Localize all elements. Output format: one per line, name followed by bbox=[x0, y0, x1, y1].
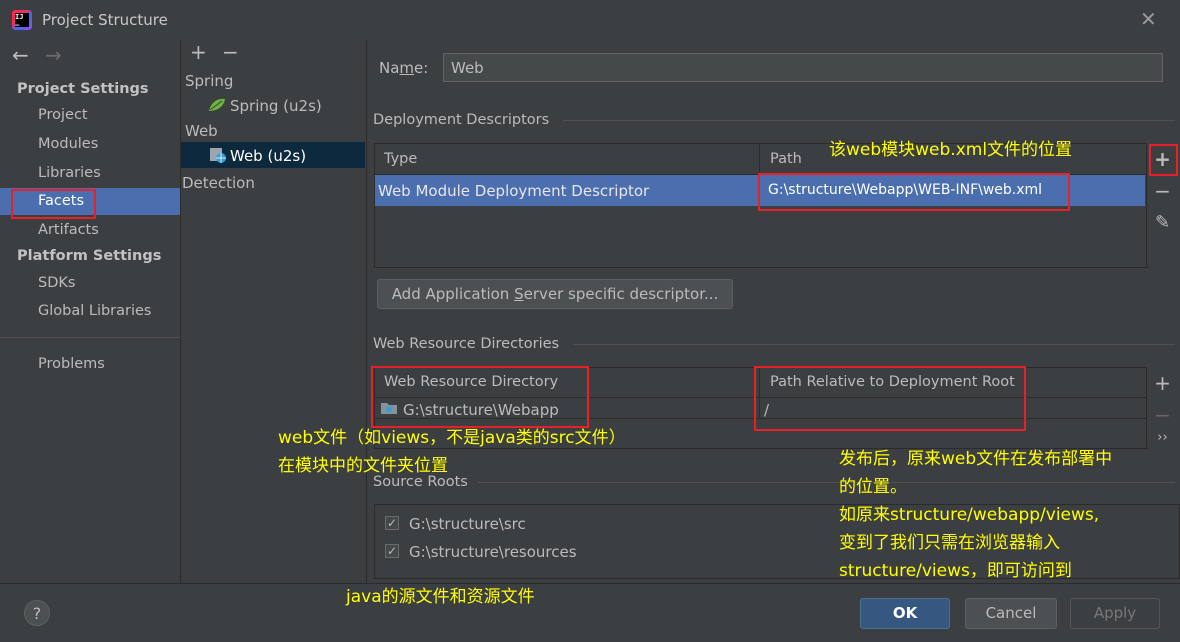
platform-settings-heading: Platform Settings bbox=[17, 248, 162, 264]
annotation-deploy-line5: structure/views，即可访问到 bbox=[839, 561, 1072, 581]
web-resource-directories-heading: Web Resource Directories bbox=[373, 336, 560, 352]
tree-node-web-u2s[interactable]: Web (u2s) bbox=[230, 147, 306, 165]
dd-col-type[interactable]: Type bbox=[384, 151, 417, 167]
annotation-deploy-line1: 发布后，原来web文件在发布部署中 bbox=[839, 449, 1113, 469]
source-root-resources[interactable]: G:\structure\resources bbox=[409, 543, 577, 561]
dd-col-divider bbox=[759, 144, 760, 174]
wr-add-icon[interactable]: + bbox=[1150, 371, 1175, 395]
deployment-descriptors-heading: Deployment Descriptors bbox=[373, 112, 550, 128]
dd-row-type: Web Module Deployment Descriptor bbox=[378, 182, 650, 200]
annotation-web-folder-line2: 在模块中的文件夹位置 bbox=[278, 456, 448, 476]
ok-button[interactable]: OK bbox=[860, 598, 950, 629]
dd-add-icon[interactable]: + bbox=[1150, 147, 1175, 171]
dd-edit-icon[interactable]: ✎ bbox=[1150, 212, 1175, 233]
annotation-deploy-line3: 如原来structure/webapp/views, bbox=[839, 505, 1100, 525]
sr-heading-rule bbox=[478, 482, 1175, 483]
dd-col-path[interactable]: Path bbox=[770, 151, 802, 167]
help-button[interactable]: ? bbox=[24, 600, 50, 626]
nav-item-libraries[interactable]: Libraries bbox=[38, 165, 101, 181]
annotation-web-folder-line1: web文件（如views，不是java类的src文件） bbox=[278, 428, 626, 448]
cancel-button[interactable]: Cancel bbox=[965, 598, 1057, 629]
source-root-src[interactable]: G:\structure\src bbox=[409, 515, 526, 533]
window-title: Project Structure bbox=[42, 11, 168, 29]
spring-leaf-icon bbox=[209, 98, 225, 111]
nav-divider bbox=[0, 337, 180, 338]
web-module-icon bbox=[210, 148, 226, 163]
intellij-logo-icon: IJ — bbox=[12, 10, 32, 30]
wr-heading-rule bbox=[573, 344, 1175, 345]
nav-item-project[interactable]: Project bbox=[38, 107, 88, 123]
nav-item-modules[interactable]: Modules bbox=[38, 136, 98, 152]
nav-item-sdks[interactable]: SDKs bbox=[38, 275, 75, 291]
wr-more-icon[interactable]: ›› bbox=[1150, 430, 1175, 445]
tree-node-spring-u2s[interactable]: Spring (u2s) bbox=[230, 97, 322, 115]
nav-item-artifacts[interactable]: Artifacts bbox=[38, 222, 99, 238]
tree-node-spring[interactable]: Spring bbox=[185, 72, 233, 90]
apply-button[interactable]: Apply bbox=[1070, 598, 1160, 629]
dd-remove-icon[interactable]: − bbox=[1150, 179, 1175, 203]
nav-item-problems[interactable]: Problems bbox=[38, 356, 105, 372]
tree-node-detection[interactable]: Detection bbox=[182, 174, 255, 192]
forward-arrow-icon[interactable]: → bbox=[45, 43, 62, 67]
name-field[interactable] bbox=[443, 53, 1163, 82]
project-settings-heading: Project Settings bbox=[17, 81, 149, 97]
wr-relative-path-highlight-box bbox=[754, 366, 1026, 431]
tree-node-web[interactable]: Web bbox=[185, 122, 218, 140]
add-facet-icon[interactable]: + bbox=[190, 40, 207, 64]
add-app-server-descriptor-button[interactable]: Add Application Server specific descript… bbox=[377, 279, 733, 309]
source-root-checkbox-src[interactable]: ✓ bbox=[385, 516, 399, 530]
webxml-path-highlight-box bbox=[758, 173, 1070, 211]
nav-item-global-libraries[interactable]: Global Libraries bbox=[38, 303, 152, 319]
annotation-deploy-line4: 变到了我们只需在浏览器输入 bbox=[839, 533, 1060, 553]
facets-highlight-box bbox=[11, 189, 96, 219]
close-icon[interactable]: ✕ bbox=[1140, 7, 1157, 31]
name-label: Name: bbox=[379, 59, 429, 77]
annotation-deploy-line2: 的位置。 bbox=[839, 477, 907, 497]
title-bar bbox=[0, 0, 1180, 40]
wr-directory-highlight-box bbox=[371, 366, 589, 428]
wr-remove-icon[interactable]: − bbox=[1150, 403, 1175, 427]
source-root-checkbox-resources[interactable]: ✓ bbox=[385, 544, 399, 558]
annotation-webxml-location: 该web模块web.xml文件的位置 bbox=[829, 140, 1073, 160]
annotation-source-roots: java的源文件和资源文件 bbox=[346, 587, 535, 607]
remove-facet-icon[interactable]: − bbox=[222, 40, 239, 64]
back-arrow-icon[interactable]: ← bbox=[12, 43, 29, 67]
dd-heading-rule bbox=[563, 120, 1175, 121]
